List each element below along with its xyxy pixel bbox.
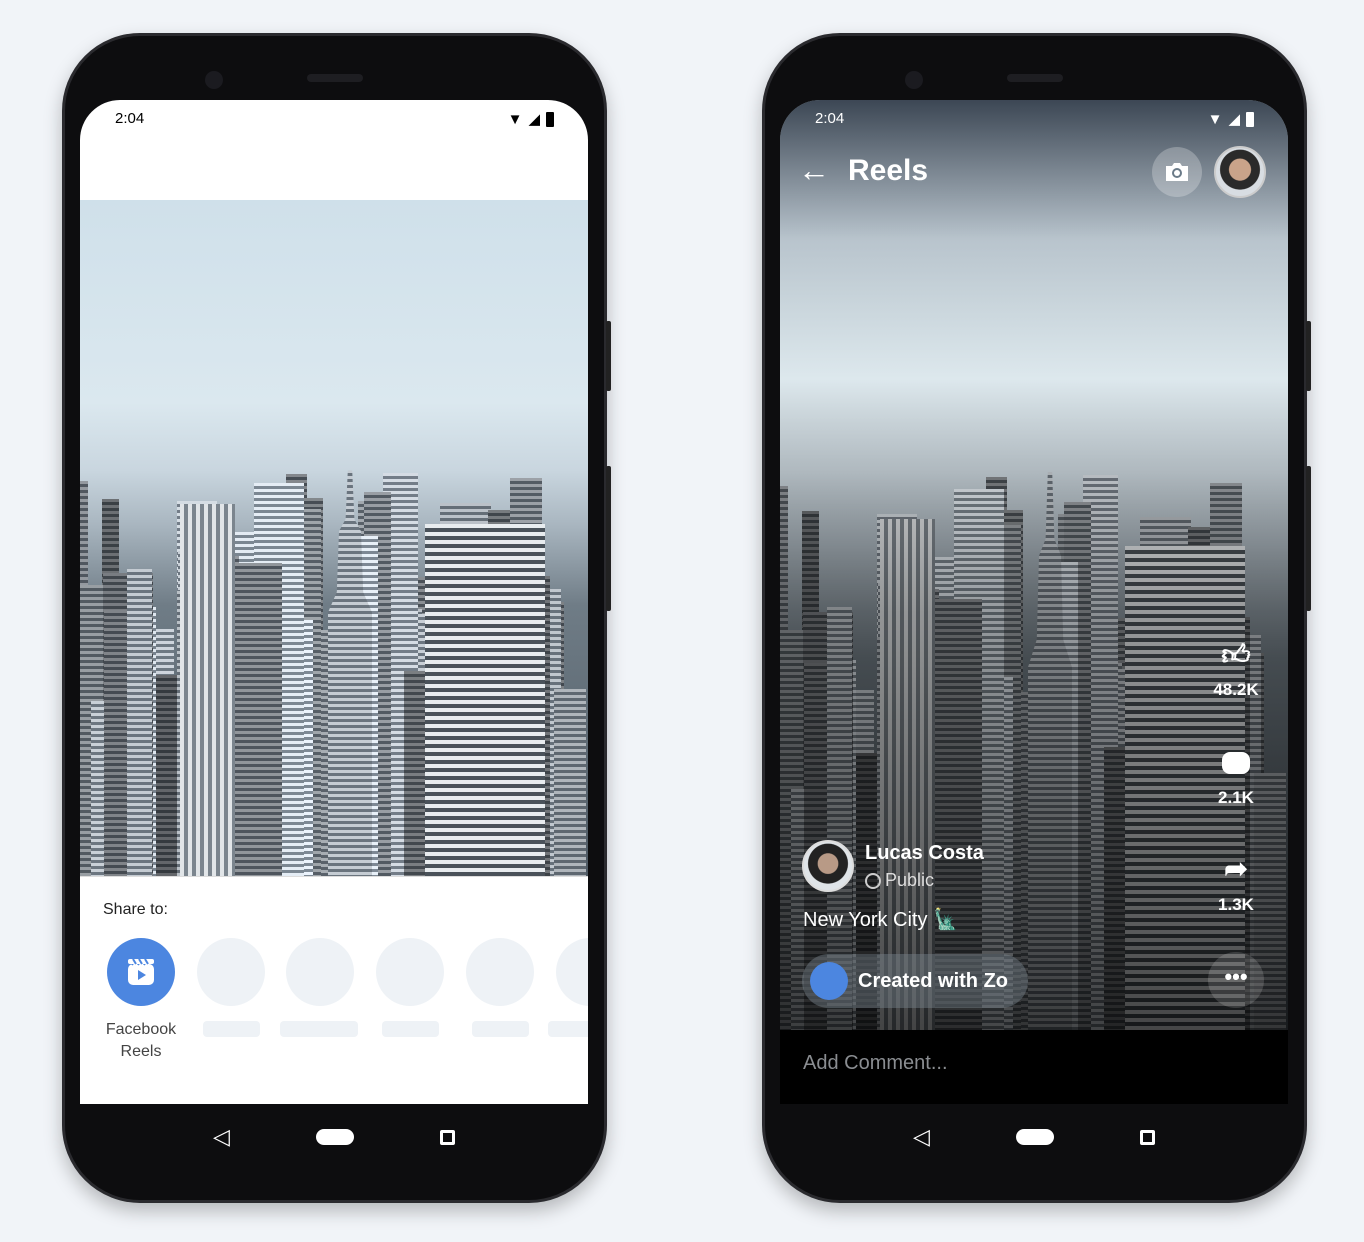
comment-icon <box>1222 752 1250 774</box>
privacy-label: Public <box>885 870 935 890</box>
status-time: 2:04 <box>115 110 145 127</box>
building <box>126 568 153 876</box>
comments-count: 2.1K <box>1218 788 1254 807</box>
left-phone: 2:04 ▼ ◢ Share to: Facebook Reels ◁ <box>62 33 611 1203</box>
reels-icon <box>128 958 154 985</box>
right-phone: 2:04 ▼ ◢ ← Reels 👍︎ 48.2K 2.1K ➦ 1.3K ••• L… <box>762 33 1311 1203</box>
camera-icon <box>1166 163 1188 181</box>
add-comment-input[interactable]: Add Comment... <box>803 1052 948 1075</box>
recents-nav-icon[interactable] <box>1139 1129 1155 1145</box>
comment-button[interactable]: 2.1K <box>1208 746 1264 808</box>
video-preview <box>80 200 588 876</box>
facebook-reels-label[interactable]: Facebook Reels <box>92 1019 190 1063</box>
battery-icon <box>1246 111 1254 127</box>
thumbs-up-icon: 👍︎ <box>1221 639 1251 670</box>
more-options-button[interactable]: ••• <box>1208 952 1264 1008</box>
share-screen: 2:04 ▼ ◢ Share to: Facebook Reels <box>80 100 588 1104</box>
effect-label: Created with Zo <box>858 969 1009 992</box>
share-target-placeholder <box>286 938 354 1006</box>
front-camera <box>905 71 923 89</box>
speaker <box>307 74 363 82</box>
profile-avatar[interactable] <box>1214 146 1266 198</box>
author-avatar[interactable] <box>802 840 854 892</box>
like-button[interactable]: 👍︎ 48.2K <box>1208 638 1264 700</box>
share-title: Share to: <box>103 901 168 918</box>
camera-button[interactable] <box>1152 147 1202 197</box>
caption: New York City 🗽 <box>803 909 958 931</box>
reels-title: Reels <box>848 154 929 187</box>
share-panel: Share to: Facebook Reels <box>80 876 588 1104</box>
back-nav-icon[interactable]: ◁ <box>213 1124 230 1150</box>
share-button[interactable]: ➦ 1.3K <box>1208 852 1264 915</box>
status-time: 2:04 <box>815 110 845 127</box>
share-target-placeholder <box>466 938 534 1006</box>
shares-count: 1.3K <box>1218 895 1254 914</box>
nav-bar: ◁ <box>80 1104 588 1170</box>
home-nav-icon[interactable] <box>315 1129 354 1145</box>
signal-icon: ◢ <box>1228 111 1240 128</box>
back-arrow-icon[interactable]: ← <box>798 152 830 189</box>
home-nav-icon[interactable] <box>1015 1129 1054 1145</box>
building <box>229 562 282 876</box>
building <box>180 504 235 876</box>
front-camera <box>205 71 223 89</box>
share-arrow-icon: ➦ <box>1224 853 1248 884</box>
battery-icon <box>546 111 554 127</box>
status-bar: 2:04 ▼ ◢ <box>780 100 1288 136</box>
building <box>425 524 545 876</box>
signal-icon: ◢ <box>528 111 540 128</box>
wifi-icon: ▼ <box>1207 110 1223 128</box>
status-bar: 2:04 ▼ ◢ <box>80 100 588 136</box>
facebook-reels-button[interactable] <box>107 938 175 1006</box>
speaker <box>1007 74 1063 82</box>
effect-logo-icon <box>810 962 848 1000</box>
building <box>554 689 586 876</box>
nav-bar: ◁ <box>780 1104 1288 1170</box>
share-target-placeholder <box>376 938 444 1006</box>
likes-count: 48.2K <box>1213 680 1259 699</box>
recents-nav-icon[interactable] <box>439 1129 455 1145</box>
effect-pill[interactable]: Created with Zo <box>802 954 1028 1008</box>
share-target-placeholder <box>556 938 588 1006</box>
wifi-icon: ▼ <box>507 110 523 128</box>
reels-screen: 2:04 ▼ ◢ ← Reels 👍︎ 48.2K 2.1K ➦ 1.3K ••• L… <box>780 100 1288 1104</box>
share-target-placeholder <box>197 938 265 1006</box>
author-name[interactable]: Lucas Costa <box>865 842 984 865</box>
globe-icon <box>865 872 881 889</box>
back-nav-icon[interactable]: ◁ <box>913 1124 930 1150</box>
